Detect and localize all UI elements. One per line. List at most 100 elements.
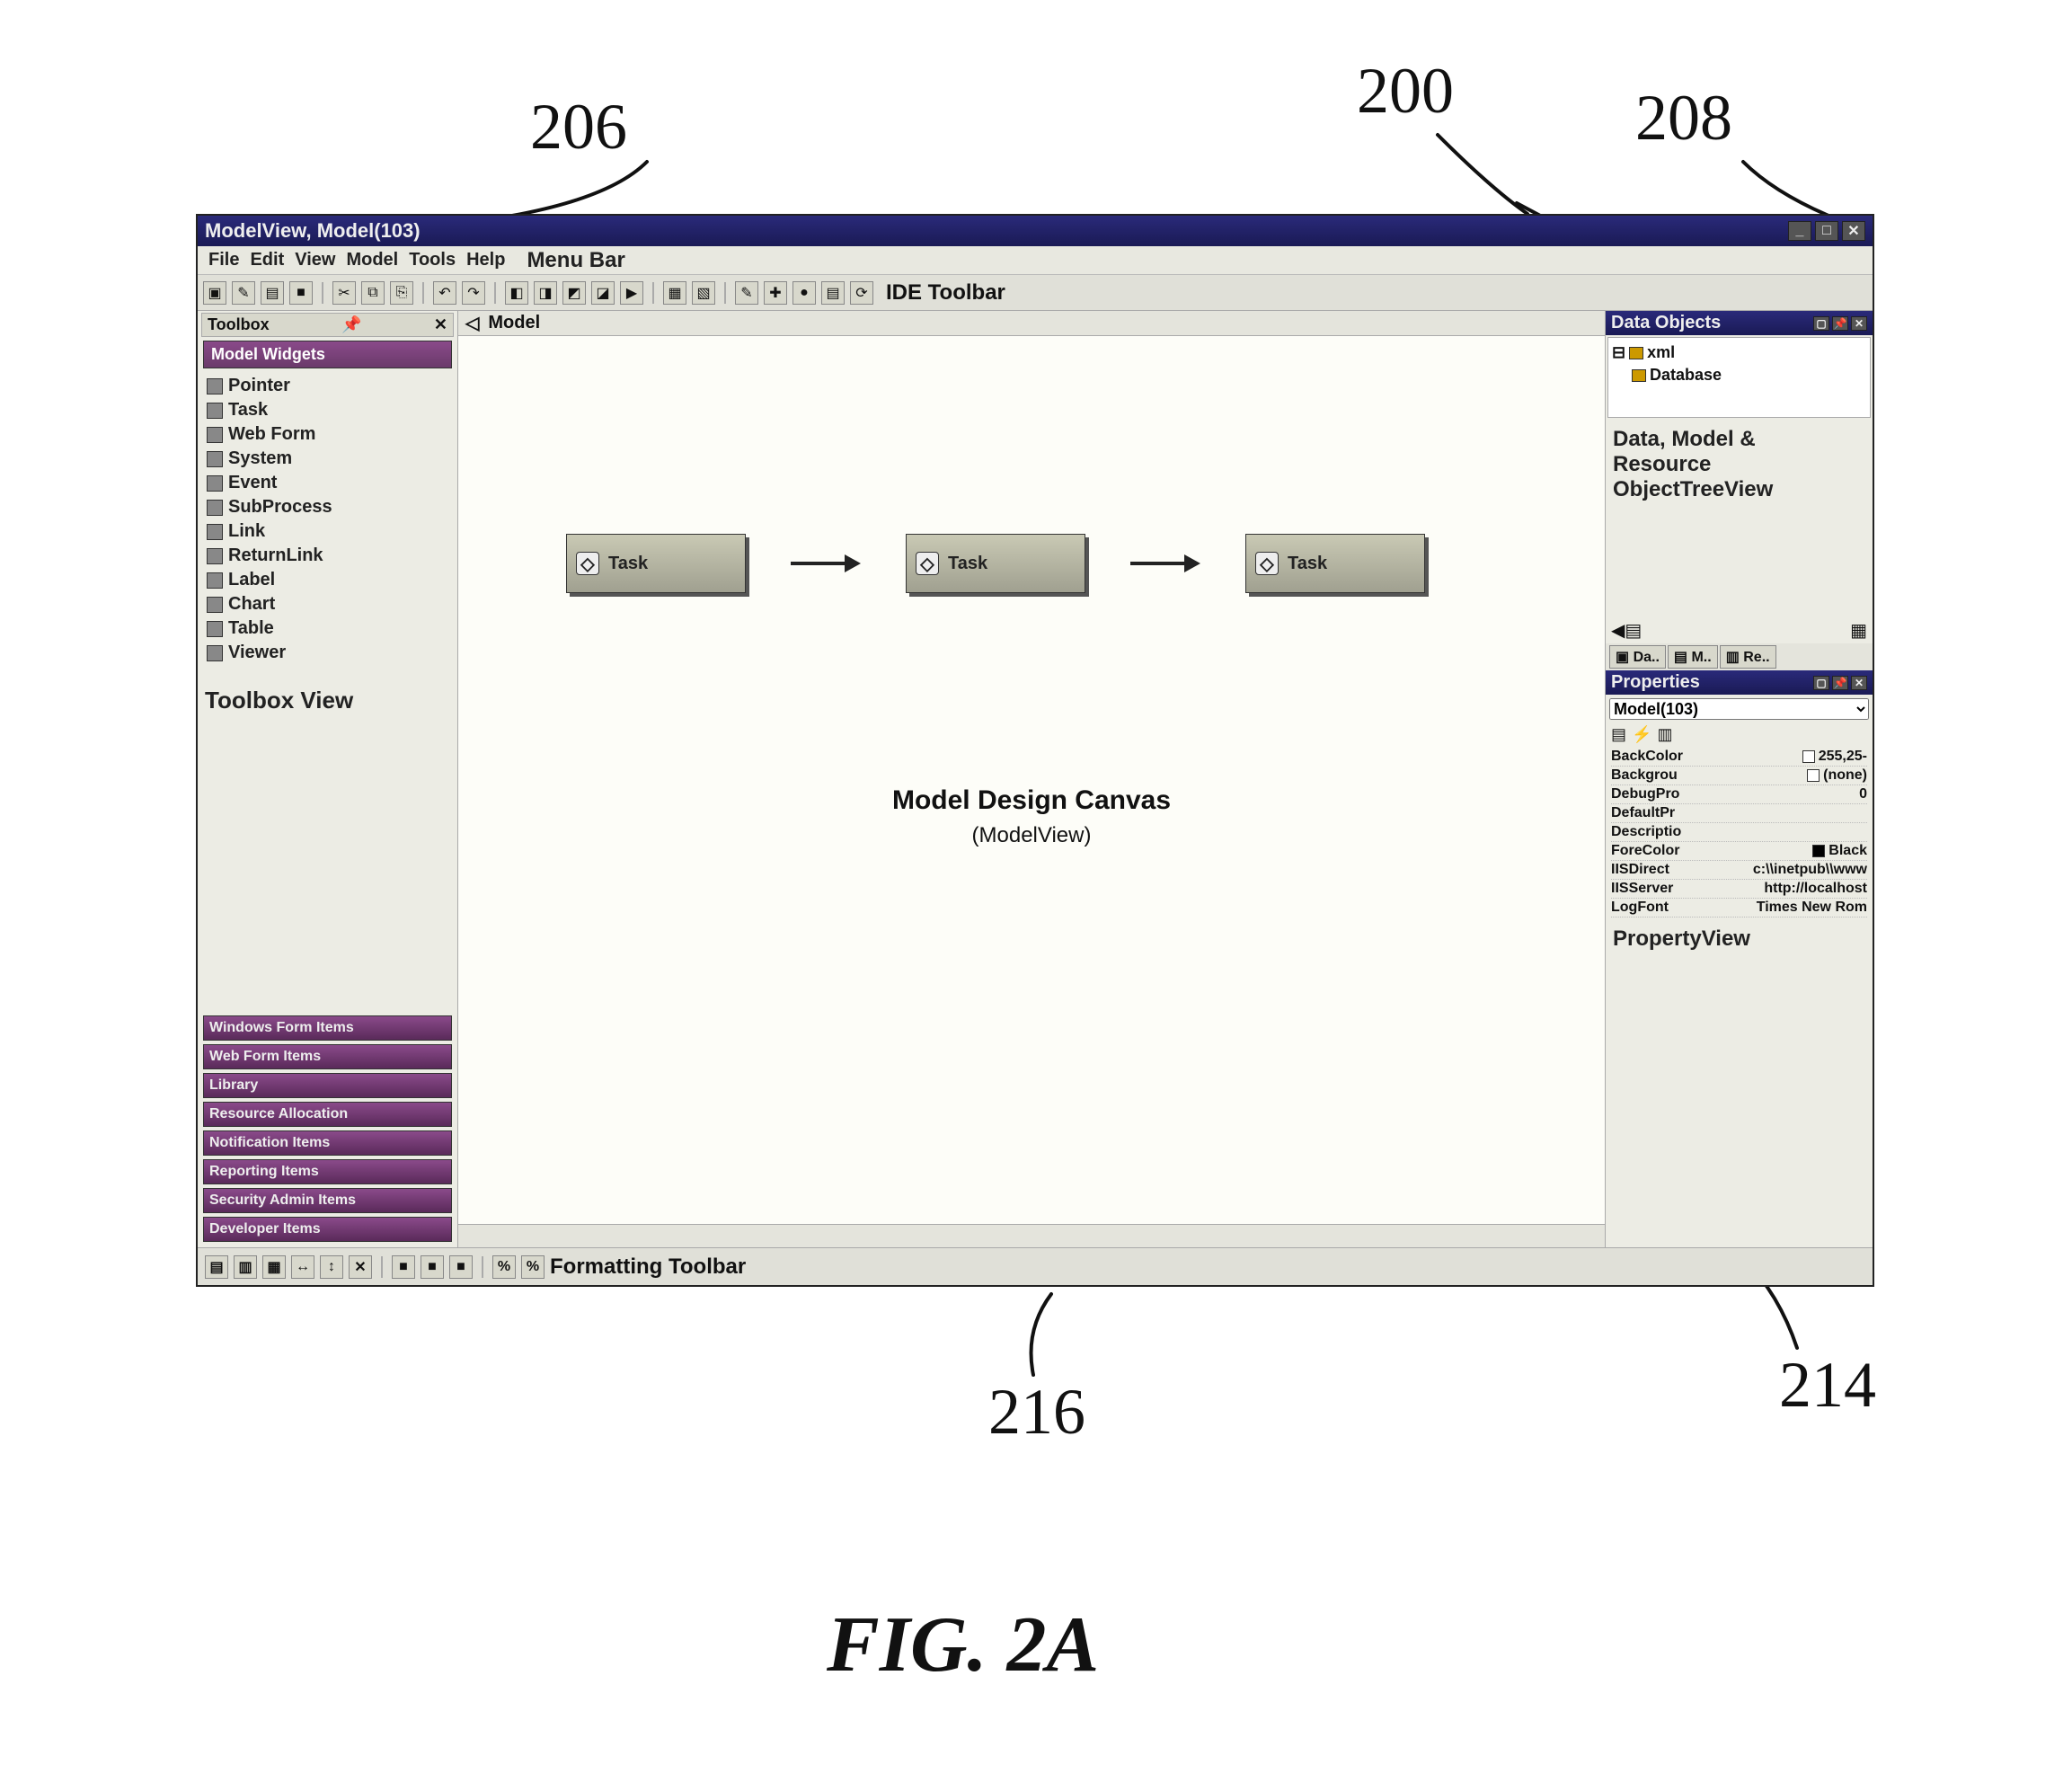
toolbox-section[interactable]: Resource Allocation <box>203 1102 452 1127</box>
panel-dock-icon[interactable]: ▢ <box>1813 676 1829 690</box>
toolbox-item-viewer[interactable]: Viewer <box>205 641 450 665</box>
toolbar-button[interactable]: ● <box>792 281 816 305</box>
property-row[interactable]: Descriptio <box>1611 823 1867 842</box>
canvas-tab-back-icon[interactable]: ◁ <box>465 312 479 334</box>
mini-tab[interactable]: ▤ M.. <box>1668 645 1718 669</box>
panel-dock-icon[interactable]: ▢ <box>1813 316 1829 331</box>
task-node[interactable]: ◇ Task <box>1245 534 1425 593</box>
prop-sort-icon[interactable]: ▤ <box>1611 725 1626 744</box>
menu-file[interactable]: File <box>205 250 243 270</box>
mini-tab[interactable]: ▣ Da.. <box>1609 645 1666 669</box>
toolbar-button[interactable]: ⎘ <box>390 281 413 305</box>
property-row[interactable]: DefaultPr <box>1611 804 1867 823</box>
toolbox-section[interactable]: Reporting Items <box>203 1159 452 1184</box>
toolbar-button[interactable]: ◪ <box>591 281 615 305</box>
minimize-button[interactable]: _ <box>1788 221 1811 241</box>
toolbar-button[interactable]: ▤ <box>821 281 845 305</box>
toolbox-item-chart[interactable]: Chart <box>205 592 450 616</box>
toolbar-button[interactable]: ■ <box>289 281 313 305</box>
toolbox-item-webform[interactable]: Web Form <box>205 422 450 447</box>
property-row[interactable]: DebugPro0 <box>1611 785 1867 804</box>
property-row[interactable]: IISDirectc:\\inetpub\\www <box>1611 861 1867 880</box>
properties-object-select[interactable]: Model(103) <box>1609 698 1869 720</box>
format-button[interactable]: ▤ <box>205 1255 228 1279</box>
toolbox-item-task[interactable]: Task <box>205 398 450 422</box>
format-button[interactable]: ■ <box>392 1255 415 1279</box>
toolbox-section[interactable]: Windows Form Items <box>203 1015 452 1041</box>
format-button[interactable]: ↕ <box>320 1255 343 1279</box>
property-row[interactable]: Backgrou(none) <box>1611 767 1867 785</box>
tree-item[interactable]: Database <box>1612 364 1866 386</box>
toolbar-button[interactable]: ✚ <box>764 281 787 305</box>
toolbox-item-subprocess[interactable]: SubProcess <box>205 495 450 519</box>
toolbox-section[interactable]: Security Admin Items <box>203 1188 452 1213</box>
property-row[interactable]: IISServerhttp://localhost <box>1611 880 1867 899</box>
toolbox-section[interactable]: Notification Items <box>203 1130 452 1156</box>
toolbox-item-table[interactable]: Table <box>205 616 450 641</box>
format-button[interactable]: ■ <box>449 1255 473 1279</box>
panel-pin-icon[interactable]: 📌 <box>1832 316 1848 331</box>
toolbox-category[interactable]: Model Widgets <box>203 341 452 368</box>
panel-pin-icon[interactable]: 📌 <box>1832 676 1848 690</box>
toolbar-button[interactable]: ✎ <box>232 281 255 305</box>
format-button[interactable]: % <box>492 1255 516 1279</box>
toolbar-button[interactable]: ◧ <box>505 281 528 305</box>
format-button[interactable]: % <box>521 1255 545 1279</box>
toolbar-button[interactable]: ◩ <box>562 281 586 305</box>
maximize-button[interactable]: □ <box>1815 221 1838 241</box>
panel-close-icon[interactable]: ✕ <box>1851 676 1867 690</box>
toolbar-button[interactable]: ⟳ <box>850 281 873 305</box>
menu-tools[interactable]: Tools <box>405 250 459 270</box>
toolbar-button[interactable]: ↶ <box>433 281 456 305</box>
property-row[interactable]: LogFontTimes New Rom <box>1611 899 1867 918</box>
toolbar-button[interactable]: ▧ <box>692 281 715 305</box>
task-node[interactable]: ◇ Task <box>566 534 746 593</box>
toolbar-button[interactable]: ✎ <box>735 281 758 305</box>
properties-select-input[interactable]: Model(103) <box>1609 698 1869 720</box>
menu-help[interactable]: Help <box>463 250 509 270</box>
mini-tab[interactable]: ▥ Re.. <box>1720 645 1776 669</box>
tree-nav-icon[interactable]: ◀▤ <box>1611 619 1642 642</box>
property-row[interactable]: ForeColorBlack <box>1611 842 1867 861</box>
menu-model[interactable]: Model <box>342 250 402 270</box>
menu-view[interactable]: View <box>291 250 339 270</box>
format-button[interactable]: ■ <box>421 1255 444 1279</box>
object-tree-view-label: Data, Model & Resource ObjectTreeView <box>1606 420 1873 510</box>
prop-page-icon[interactable]: ▥ <box>1657 725 1672 744</box>
toolbox-item-event[interactable]: Event <box>205 471 450 495</box>
menu-edit[interactable]: Edit <box>246 250 288 270</box>
toolbar-button[interactable]: ▣ <box>203 281 226 305</box>
design-canvas[interactable]: ◇ Task ◇ Task ◇ Task <box>458 336 1605 1224</box>
toolbar-button[interactable]: ▦ <box>663 281 686 305</box>
toolbar-button[interactable]: ▤ <box>261 281 284 305</box>
toolbox-item-label[interactable]: Label <box>205 568 450 592</box>
toolbox-pin-icon[interactable]: 📌 <box>341 315 361 334</box>
toolbar-button[interactable]: ⧉ <box>361 281 385 305</box>
toolbar-button[interactable]: ◨ <box>534 281 557 305</box>
tree-zoom-icon[interactable]: ▦ <box>1850 619 1867 642</box>
properties-grid[interactable]: BackColor255,25- Backgrou(none) DebugPro… <box>1606 746 1873 919</box>
prop-cat-icon[interactable]: ⚡ <box>1632 725 1651 744</box>
toolbox-section[interactable]: Web Form Items <box>203 1044 452 1069</box>
format-button[interactable]: ↔ <box>291 1255 314 1279</box>
data-objects-tree[interactable]: ⊟ xml Database <box>1607 337 1871 418</box>
canvas-tab-model[interactable]: Model <box>488 313 540 333</box>
format-button[interactable]: ✕ <box>349 1255 372 1279</box>
toolbox-section[interactable]: Developer Items <box>203 1217 452 1242</box>
tree-item[interactable]: ⊟ xml <box>1612 341 1866 364</box>
toolbar-button[interactable]: ▶ <box>620 281 643 305</box>
toolbar-button[interactable]: ✂ <box>332 281 356 305</box>
toolbox-item-pointer[interactable]: Pointer <box>205 374 450 398</box>
close-button[interactable]: ✕ <box>1842 221 1865 241</box>
toolbox-item-returnlink[interactable]: ReturnLink <box>205 544 450 568</box>
toolbox-section[interactable]: Library <box>203 1073 452 1098</box>
format-button[interactable]: ▥ <box>234 1255 257 1279</box>
panel-close-icon[interactable]: ✕ <box>1851 316 1867 331</box>
toolbar-button[interactable]: ↷ <box>462 281 485 305</box>
task-node[interactable]: ◇ Task <box>906 534 1085 593</box>
toolbox-close-icon[interactable]: ✕ <box>434 315 447 334</box>
toolbox-item-system[interactable]: System <box>205 447 450 471</box>
property-row[interactable]: BackColor255,25- <box>1611 748 1867 767</box>
toolbox-item-link[interactable]: Link <box>205 519 450 544</box>
format-button[interactable]: ▦ <box>262 1255 286 1279</box>
